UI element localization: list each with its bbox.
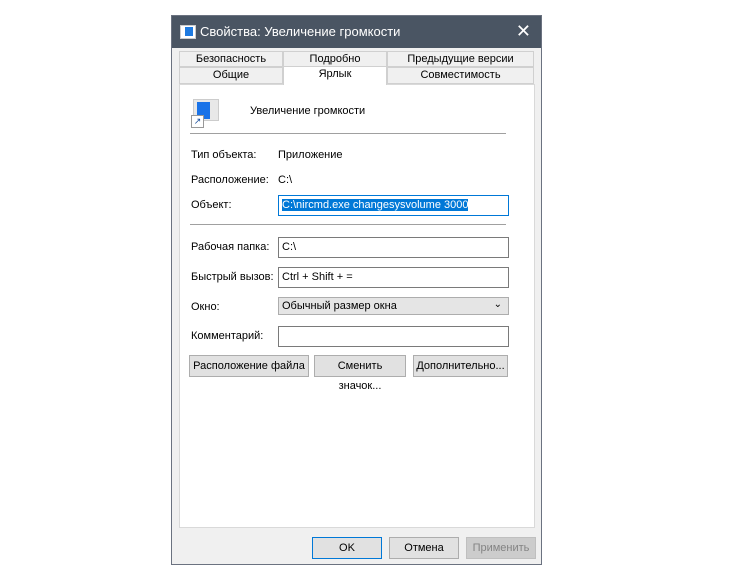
- cancel-button[interactable]: Отмена: [389, 537, 459, 559]
- workdir-label: Рабочая папка:: [191, 241, 270, 253]
- location-label: Расположение:: [191, 174, 269, 186]
- shortcut-name: Увеличение громкости: [250, 105, 366, 117]
- target-input[interactable]: C:\nircmd.exe changesysvolume 3000: [278, 195, 509, 216]
- ok-button[interactable]: OK: [312, 537, 382, 559]
- location-value: C:\: [278, 174, 293, 186]
- tab-general[interactable]: Общие: [179, 67, 283, 84]
- tab-shortcut[interactable]: Ярлык: [283, 66, 387, 85]
- type-value: Приложение: [278, 149, 343, 161]
- divider: [190, 133, 506, 134]
- change-icon-button[interactable]: Сменить значок...: [314, 355, 406, 392]
- comment-input[interactable]: [278, 326, 509, 347]
- properties-dialog: Свойства: Увеличение громкости ✕ Безопас…: [171, 15, 542, 565]
- window-label: Окно:: [191, 301, 220, 313]
- tab-details[interactable]: Подробно: [283, 51, 387, 67]
- comment-label: Комментарий:: [191, 330, 264, 342]
- app-shortcut-icon: ↗: [191, 99, 219, 128]
- target-label: Объект:: [191, 199, 232, 211]
- hotkey-input[interactable]: Ctrl + Shift + =: [278, 267, 509, 288]
- window-select[interactable]: Обычный размер окна ⌄: [278, 297, 509, 315]
- advanced-button[interactable]: Дополнительно...: [413, 355, 508, 377]
- close-icon[interactable]: ✕: [516, 21, 531, 42]
- chevron-down-icon: ⌄: [493, 299, 502, 310]
- window-select-value: Обычный размер окна: [282, 300, 397, 312]
- hotkey-label: Быстрый вызов:: [191, 271, 274, 283]
- shortcut-panel: ↗ Увеличение громкости Тип объекта: Прил…: [179, 84, 535, 528]
- shortcut-icon: [180, 25, 196, 39]
- window-title: Свойства: Увеличение громкости: [200, 24, 401, 39]
- tab-security[interactable]: Безопасность: [179, 51, 283, 67]
- type-label: Тип объекта:: [191, 149, 257, 161]
- tab-previous-versions[interactable]: Предыдущие версии: [387, 51, 534, 67]
- tab-compatibility[interactable]: Совместимость: [387, 67, 534, 84]
- open-file-location-button[interactable]: Расположение файла: [189, 355, 309, 377]
- title-bar: Свойства: Увеличение громкости ✕: [172, 16, 541, 48]
- apply-button[interactable]: Применить: [466, 537, 536, 559]
- divider: [190, 224, 506, 225]
- target-value: C:\nircmd.exe changesysvolume 3000: [282, 199, 469, 211]
- workdir-input[interactable]: C:\: [278, 237, 509, 258]
